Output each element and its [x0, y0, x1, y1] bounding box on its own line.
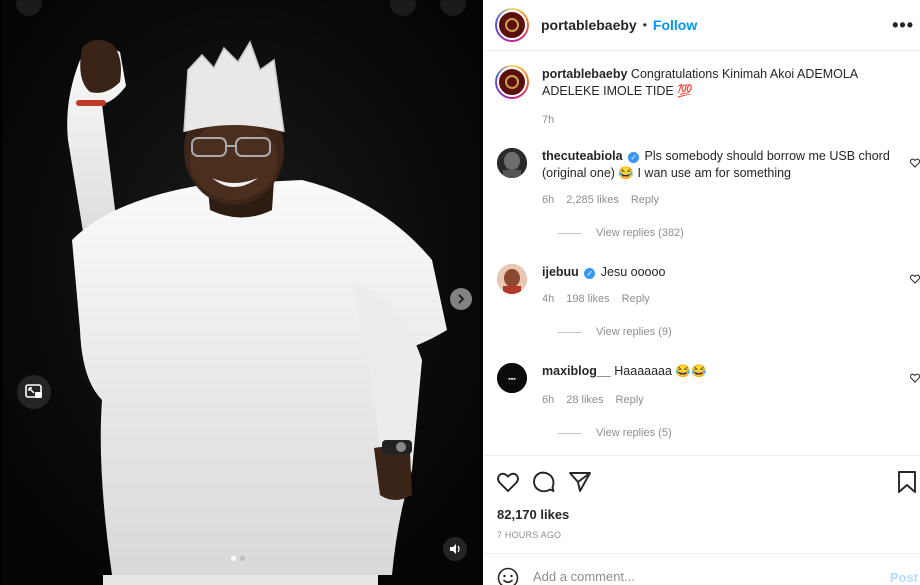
- comment-text: ijebuu ✓ Jesu ooooo: [542, 264, 902, 281]
- carousel-dot: [231, 556, 236, 561]
- verified-badge-icon: ✓: [584, 268, 596, 279]
- svg-text:▪▪▪: ▪▪▪: [508, 376, 516, 383]
- comment-button[interactable]: [531, 469, 557, 495]
- next-slide-button[interactable]: [450, 288, 472, 310]
- add-comment-bar: Post: [483, 553, 920, 585]
- comment-message: Jesu ooooo: [600, 265, 666, 279]
- comment-meta: 6h 28 likes Reply: [542, 394, 644, 406]
- paper-plane-icon: [569, 472, 591, 492]
- comment-input[interactable]: [533, 569, 833, 584]
- caption-avatar[interactable]: [495, 65, 529, 99]
- separator-dot: •: [642, 18, 647, 32]
- comment-like-heart-icon[interactable]: [910, 373, 920, 383]
- comment-time[interactable]: 4h: [542, 293, 554, 305]
- post-comment-button[interactable]: Post: [890, 570, 918, 585]
- view-replies-label: View replies (382): [596, 227, 684, 239]
- post-sidebar: portablebaeby • Follow ••• portablebaeby…: [483, 0, 920, 585]
- reply-button[interactable]: Reply: [616, 394, 644, 406]
- caption-time[interactable]: 7h: [542, 114, 554, 126]
- comment-username[interactable]: maxiblog__: [542, 364, 611, 378]
- reply-button[interactable]: Reply: [622, 293, 650, 305]
- verified-badge-icon: ✓: [628, 152, 640, 163]
- follow-button[interactable]: Follow: [653, 17, 697, 33]
- caption-username[interactable]: portablebaeby: [542, 67, 627, 81]
- comment-likes[interactable]: 2,285 likes: [566, 194, 619, 206]
- photo-illustration: [2, 0, 480, 585]
- save-button[interactable]: [894, 469, 920, 495]
- comments-list[interactable]: portablebaeby Congratulations Kinimah Ak…: [483, 52, 920, 454]
- like-button[interactable]: [495, 469, 521, 495]
- commenter-avatar[interactable]: [497, 148, 527, 178]
- caption-meta: 7h: [542, 114, 554, 126]
- view-replies-button[interactable]: View replies (382): [558, 227, 684, 239]
- likes-count[interactable]: 82,170 likes: [497, 507, 569, 522]
- heart-icon: [497, 472, 519, 493]
- avatar[interactable]: [495, 8, 529, 42]
- view-replies-label: View replies (5): [596, 427, 672, 439]
- commenter-avatar[interactable]: ▪▪▪: [497, 363, 527, 393]
- comment-text: thecuteabiola ✓ Pls somebody should borr…: [542, 148, 902, 182]
- comment-likes[interactable]: 198 likes: [566, 293, 609, 305]
- commenter-avatar[interactable]: [497, 264, 527, 294]
- comment-message: Haaaaaaa 😂😂: [614, 364, 707, 378]
- post-header: portablebaeby • Follow •••: [483, 0, 920, 51]
- comment-time[interactable]: 6h: [542, 394, 554, 406]
- comment-like-heart-icon[interactable]: [910, 158, 920, 168]
- caption-text: portablebaeby Congratulations Kinimah Ak…: [542, 66, 902, 100]
- author-username[interactable]: portablebaeby: [541, 17, 637, 33]
- comment-meta: 4h 198 likes Reply: [542, 293, 650, 305]
- share-button[interactable]: [567, 469, 593, 495]
- view-replies-button[interactable]: View replies (9): [558, 326, 672, 338]
- avatar-image: [497, 148, 527, 178]
- comment-text: maxiblog__ Haaaaaaa 😂😂: [542, 363, 902, 380]
- photo-floor: [103, 575, 378, 585]
- bookmark-icon: [898, 471, 916, 493]
- chevron-right-icon: [458, 294, 465, 304]
- comment-bubble-icon: [533, 471, 555, 493]
- comment-meta: 6h 2,285 likes Reply: [542, 194, 659, 206]
- post-timestamp[interactable]: 7 HOURS AGO: [497, 530, 561, 540]
- comment-like-heart-icon[interactable]: [910, 274, 920, 284]
- post-media[interactable]: [0, 0, 483, 585]
- comment-likes[interactable]: 28 likes: [566, 394, 603, 406]
- mute-toggle-button[interactable]: [443, 537, 467, 561]
- reply-button[interactable]: Reply: [631, 194, 659, 206]
- view-replies-label: View replies (9): [596, 326, 672, 338]
- post-photo[interactable]: [2, 0, 480, 585]
- view-replies-button[interactable]: View replies (5): [558, 427, 672, 439]
- carousel-dot: [240, 556, 245, 561]
- picture-in-picture-icon: [25, 384, 42, 398]
- avatar-image: [497, 264, 527, 294]
- picture-in-picture-button[interactable]: [17, 375, 51, 409]
- more-options-icon[interactable]: •••: [892, 16, 914, 34]
- avatar-image: ▪▪▪: [497, 363, 527, 393]
- post-actions: 82,170 likes 7 HOURS AGO: [483, 455, 920, 553]
- comment-username[interactable]: ijebuu: [542, 265, 579, 279]
- comment-time[interactable]: 6h: [542, 194, 554, 206]
- comment-username[interactable]: thecuteabiola: [542, 149, 623, 163]
- avatar-image: [497, 10, 527, 40]
- speaker-icon: [450, 544, 460, 554]
- carousel-indicator: [231, 556, 245, 561]
- smiley-icon[interactable]: [497, 567, 519, 585]
